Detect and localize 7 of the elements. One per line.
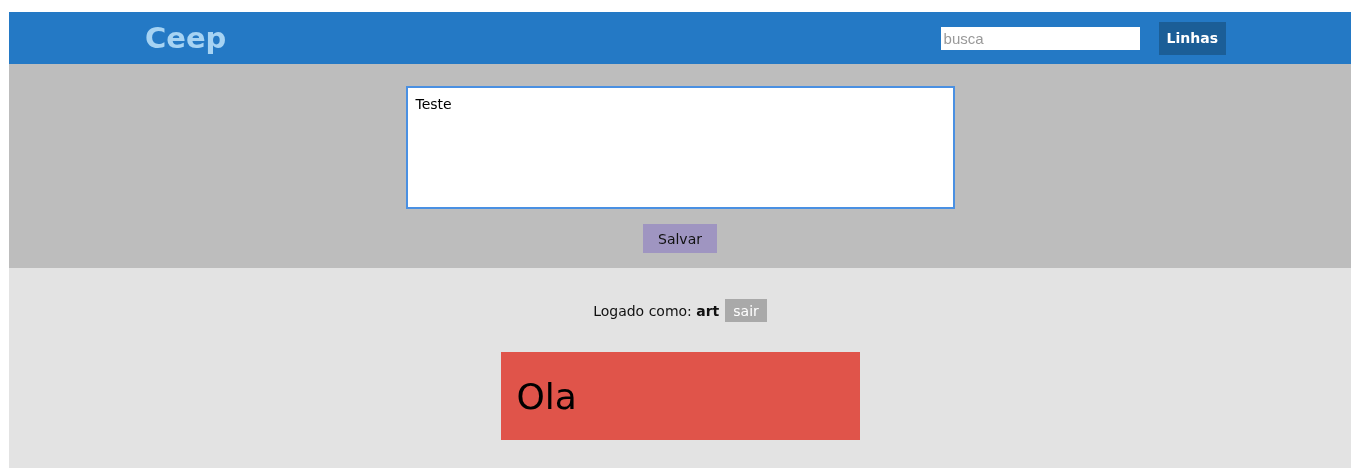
login-status: Logado como: art bbox=[593, 302, 720, 319]
logo: Ceep bbox=[145, 21, 227, 55]
note-field[interactable]: Teste bbox=[405, 86, 955, 209]
note-text: Ola bbox=[516, 375, 577, 417]
layout-button[interactable]: Linhas bbox=[1158, 21, 1226, 55]
save-button[interactable]: Salvar bbox=[643, 224, 717, 253]
search-field[interactable]: busca bbox=[940, 26, 1140, 50]
